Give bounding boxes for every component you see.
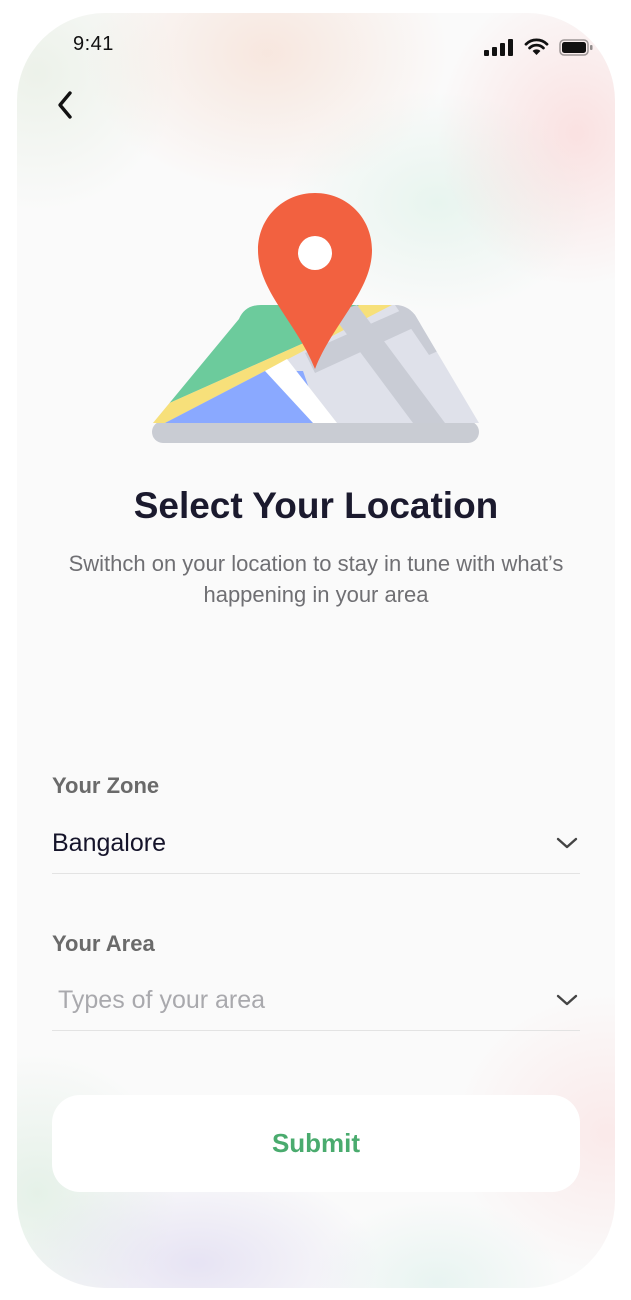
zone-value: Bangalore bbox=[52, 828, 166, 857]
chevron-left-icon bbox=[58, 91, 72, 119]
chevron-down-icon bbox=[556, 994, 578, 1006]
page-subtitle: Swithch on your location to stay in tune… bbox=[68, 551, 564, 607]
submit-button[interactable]: Submit bbox=[52, 1095, 580, 1192]
chevron-down-icon bbox=[556, 837, 578, 849]
map-base bbox=[152, 421, 479, 443]
back-button[interactable] bbox=[45, 85, 85, 125]
zone-label: Your Zone bbox=[52, 773, 160, 798]
battery-icon bbox=[559, 38, 593, 56]
area-label: Your Area bbox=[52, 931, 155, 956]
status-time: 9:41 bbox=[73, 33, 114, 55]
area-select[interactable]: Types of your area bbox=[52, 970, 580, 1031]
area-placeholder: Types of your area bbox=[58, 985, 266, 1014]
page-title: Select Your Location bbox=[133, 485, 499, 526]
wifi-icon bbox=[524, 38, 549, 55]
zone-select[interactable]: Bangalore bbox=[52, 813, 580, 874]
phone-screen: 9:41 Select Your Location Swithch on you… bbox=[17, 13, 615, 1288]
status-icons bbox=[484, 38, 593, 56]
map-location-illustration bbox=[152, 193, 479, 443]
cellular-signal-icon bbox=[484, 38, 513, 56]
